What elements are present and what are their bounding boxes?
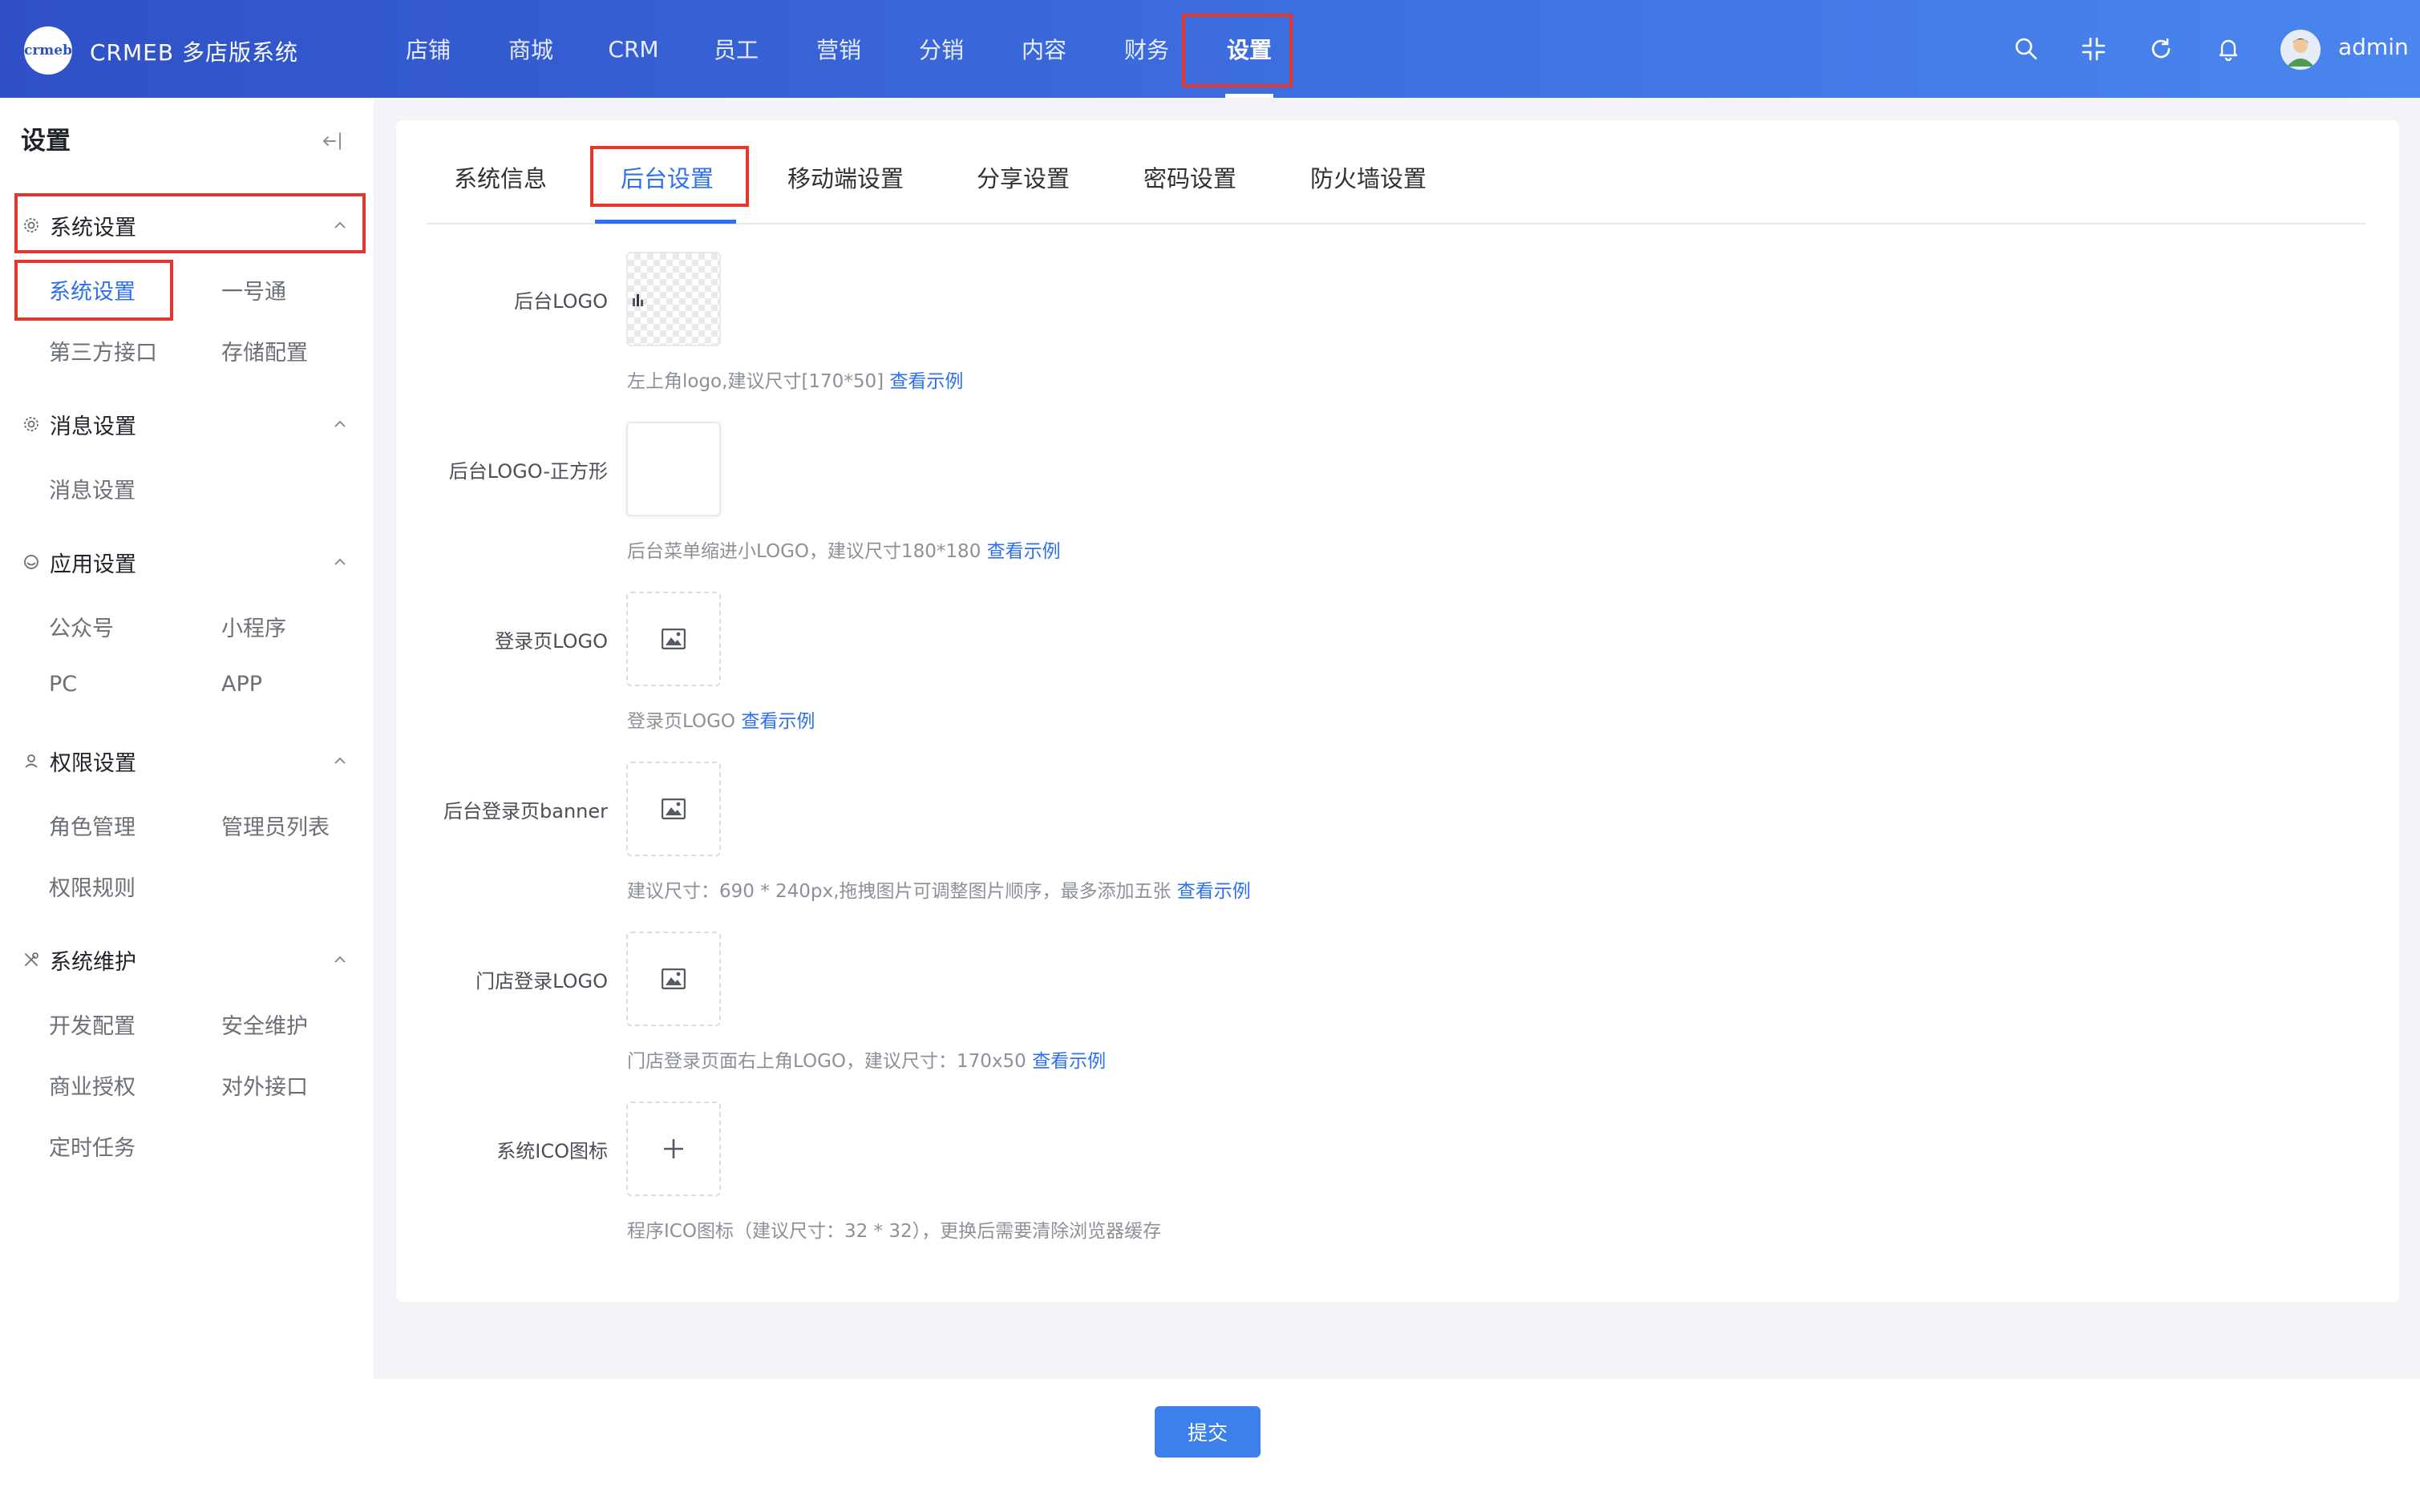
square-logo-upload[interactable]: [626, 422, 721, 516]
hint-text: 程序ICO图标（建议尺寸：32 * 32），更换后需要清除浏览器缓存: [627, 1221, 1162, 1242]
footer-bar: [374, 1379, 2420, 1512]
view-example-link[interactable]: 查看示例: [741, 711, 815, 732]
view-example-link[interactable]: 查看示例: [889, 371, 963, 392]
chevron-up-icon: [330, 414, 350, 434]
hint-text: 建议尺寸：690 * 240px,拖拽图片可调整图片顺序，最多添加五张: [627, 881, 1172, 902]
sidebar-item-third-party[interactable]: 第三方接口: [49, 335, 157, 366]
field-label: 后台登录页banner: [443, 800, 608, 823]
field-hint: 后台菜单缩进小LOGO，建议尺寸180*180 查看示例: [627, 536, 1061, 563]
image-icon: [662, 798, 686, 819]
hint-text: 左上角logo,建议尺寸[170*50]: [627, 371, 884, 392]
sidebar-item-dev-config[interactable]: 开发配置: [49, 1009, 136, 1040]
top-nav: 店铺 商城 CRM 员工 营销 分销 内容 财务 设置: [377, 0, 1301, 98]
tab-password-settings[interactable]: 密码设置: [1143, 136, 1236, 218]
sidebar-item-cron[interactable]: 定时任务: [49, 1130, 136, 1162]
sidebar-item-security[interactable]: 安全维护: [221, 1009, 308, 1040]
sidebar-group-message[interactable]: 消息设置: [21, 408, 358, 440]
search-icon[interactable]: [2011, 34, 2042, 64]
top-nav-distribution[interactable]: 分销: [890, 0, 993, 98]
view-example-link[interactable]: 查看示例: [1032, 1051, 1106, 1072]
tools-icon: [21, 949, 42, 970]
sidebar-group-permission[interactable]: 权限设置: [21, 745, 358, 777]
top-nav-content[interactable]: 内容: [993, 0, 1095, 98]
store-login-logo-upload[interactable]: [626, 932, 721, 1026]
tab-firewall-settings[interactable]: 防火墙设置: [1310, 136, 1427, 218]
tab-share-settings[interactable]: 分享设置: [977, 136, 1070, 218]
hint-text: 后台菜单缩进小LOGO，建议尺寸180*180: [627, 541, 981, 562]
sidebar-group-label: 权限设置: [50, 750, 136, 776]
plus-icon: [664, 1139, 683, 1158]
field-label: 后台LOGO: [514, 290, 608, 313]
highlight-system-item: [14, 260, 173, 321]
highlight-settings-nav: [1182, 14, 1293, 87]
username[interactable]: admin: [2338, 34, 2409, 60]
field-label: 系统ICO图标: [496, 1140, 608, 1162]
top-nav-marketing[interactable]: 营销: [787, 0, 890, 98]
top-nav-shop[interactable]: 店铺: [377, 0, 480, 98]
sidebar-item-roles[interactable]: 角色管理: [49, 810, 136, 841]
field-hint: 建议尺寸：690 * 240px,拖拽图片可调整图片顺序，最多添加五张 查看示例: [627, 875, 1251, 903]
bell-icon[interactable]: [2213, 34, 2244, 64]
chevron-up-icon: [330, 751, 350, 770]
gear-icon: [21, 414, 42, 435]
login-logo-upload[interactable]: [626, 592, 721, 686]
user-icon: [21, 750, 42, 771]
sidebar-item-storage[interactable]: 存储配置: [221, 335, 308, 366]
top-nav-staff[interactable]: 员工: [685, 0, 787, 98]
tab-system-info[interactable]: 系统信息: [454, 136, 547, 218]
chevron-up-icon: [330, 552, 350, 572]
image-icon: [662, 629, 686, 649]
ico-upload[interactable]: [626, 1102, 721, 1196]
view-example-link[interactable]: 查看示例: [1177, 881, 1251, 902]
image-icon: [662, 968, 686, 989]
refresh-icon[interactable]: [2146, 34, 2176, 64]
sidebar-item-external-api[interactable]: 对外接口: [221, 1069, 308, 1101]
sidebar-item-official-account[interactable]: 公众号: [49, 611, 114, 642]
view-example-link[interactable]: 查看示例: [987, 541, 1061, 562]
hint-text: 登录页LOGO: [627, 711, 736, 732]
sidebar-group-label: 应用设置: [50, 552, 136, 577]
field-hint: 登录页LOGO 查看示例: [627, 705, 815, 733]
sidebar-item-pc[interactable]: PC: [49, 672, 77, 697]
top-nav-crm[interactable]: CRM: [582, 0, 685, 98]
tab-mobile-settings[interactable]: 移动端设置: [787, 136, 904, 218]
field-label: 门店登录LOGO: [476, 970, 608, 993]
field-hint: 程序ICO图标（建议尺寸：32 * 32），更换后需要清除浏览器缓存: [627, 1215, 1161, 1243]
sidebar-item-permission-rules[interactable]: 权限规则: [49, 871, 136, 902]
sidebar-group-label: 系统维护: [50, 949, 136, 975]
hint-text: 门店登录页面右上角LOGO，建议尺寸：170x50: [627, 1051, 1026, 1072]
sidebar-title: 设置: [21, 127, 71, 156]
sidebar-group-app[interactable]: 应用设置: [21, 546, 358, 578]
app-icon: [21, 552, 42, 572]
field-label: 后台LOGO-正方形: [448, 460, 608, 483]
sidebar-item-license[interactable]: 商业授权: [49, 1069, 136, 1101]
avatar[interactable]: [2280, 30, 2321, 70]
backend-logo-upload[interactable]: [626, 252, 721, 346]
login-banner-upload[interactable]: [626, 762, 721, 856]
highlight-system-group: [14, 193, 366, 253]
active-tab-indicator: [595, 220, 736, 224]
field-hint: 左上角logo,建议尺寸[170*50] 查看示例: [627, 366, 963, 393]
app-title: CRMEB 多店版系统: [90, 39, 298, 66]
logo-thumbnail-icon: [633, 294, 643, 306]
field-label: 登录页LOGO: [495, 630, 608, 653]
sidebar-group-label: 消息设置: [50, 414, 136, 439]
highlight-backend-tab: [590, 146, 749, 207]
top-nav-mall[interactable]: 商城: [480, 0, 582, 98]
sidebar-item-app[interactable]: APP: [221, 672, 262, 697]
submit-button[interactable]: 提交: [1155, 1406, 1261, 1457]
crmeb-logo[interactable]: crmeb: [24, 26, 72, 75]
collapse-sidebar-icon[interactable]: [319, 128, 345, 154]
compress-icon[interactable]: [2078, 34, 2109, 64]
sidebar-item-message-settings[interactable]: 消息设置: [49, 473, 136, 504]
field-hint: 门店登录页面右上角LOGO，建议尺寸：170x50 查看示例: [627, 1045, 1106, 1073]
